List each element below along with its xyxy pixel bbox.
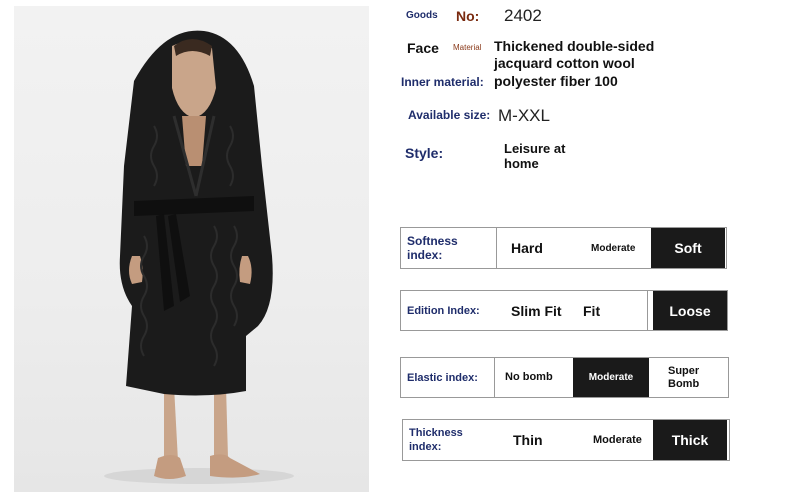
- softness-index-label: Softness index:: [401, 228, 497, 268]
- elastic-option-super-bomb: Super Bomb: [668, 364, 700, 390]
- softness-option-hard: Hard: [511, 240, 543, 256]
- edition-option-loose-selected: Loose: [653, 291, 727, 330]
- thickness-option-moderate: Moderate: [593, 434, 642, 446]
- softness-option-moderate: Moderate: [591, 242, 636, 254]
- style-label: Style:: [405, 145, 444, 161]
- product-number-label: No:: [456, 8, 480, 24]
- face-material-line-2: jacquard cotton wool: [494, 55, 635, 71]
- product-number-value: 2402: [504, 6, 542, 25]
- inner-material-value: polyester fiber 100: [494, 73, 618, 89]
- edition-index-scale: Edition Index: Slim Fit Fit Loose: [400, 290, 728, 331]
- product-photo: [14, 6, 369, 492]
- elastic-option-moderate-selected: Moderate: [573, 358, 649, 397]
- edition-index-label: Edition Index:: [407, 304, 480, 317]
- edition-divider: [647, 291, 648, 330]
- elastic-option-no-bomb: No bomb: [505, 371, 553, 383]
- thickness-option-thick-selected: Thick: [653, 420, 727, 460]
- inner-material-label: Inner material:: [401, 75, 484, 89]
- material-label: Material: [453, 43, 482, 52]
- face-material-line-1: Thickened double-sided: [494, 38, 655, 54]
- thickness-option-thin: Thin: [513, 432, 543, 448]
- face-label: Face: [407, 40, 439, 56]
- robe-model-illustration: [104, 30, 294, 484]
- edition-option-slim-fit: Slim Fit: [511, 302, 562, 319]
- available-size-label: Available size:: [408, 108, 491, 122]
- thickness-index-label: Thickness index:: [409, 427, 463, 453]
- softness-index-scale: Softness index: Hard Moderate Soft: [400, 227, 727, 269]
- elastic-index-label: Elastic index:: [401, 358, 495, 397]
- available-size-value: M-XXL: [498, 106, 550, 125]
- face-material-value: Thickened double-sided jacquard cotton w…: [494, 38, 654, 72]
- style-value: Leisure at home: [504, 141, 566, 171]
- goods-label: Goods: [406, 10, 438, 21]
- softness-option-soft-selected: Soft: [651, 228, 725, 268]
- edition-option-fit: Fit: [583, 302, 601, 319]
- thickness-index-scale: Thickness index: Thin Moderate Thick: [402, 419, 730, 461]
- elastic-index-scale: Elastic index: No bomb Moderate Super Bo…: [400, 357, 729, 398]
